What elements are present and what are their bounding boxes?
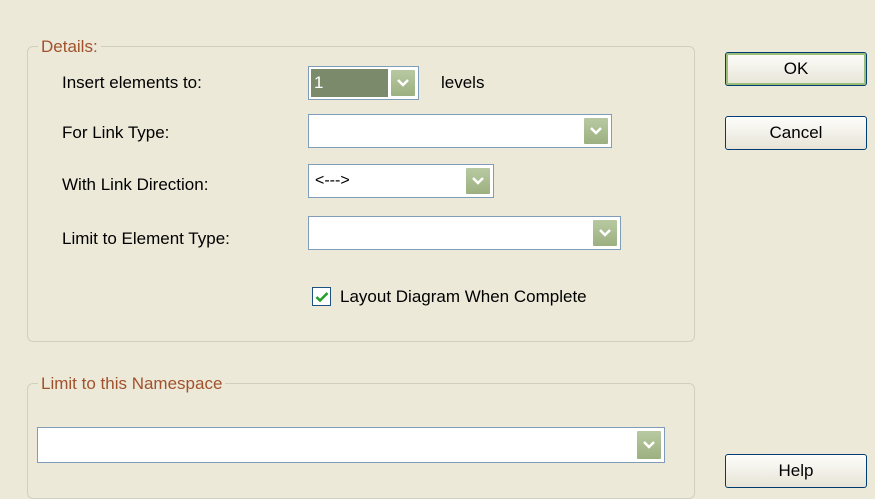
namespace-select[interactable] [37,427,665,463]
insert-elements-label: Insert elements to: [62,73,202,92]
details-legend: Details: [38,37,101,57]
link-direction-label: With Link Direction: [62,175,209,194]
chevron-down-icon[interactable] [390,69,416,97]
cancel-button[interactable]: Cancel [725,116,867,150]
chevron-down-icon[interactable] [465,167,491,195]
link-direction-select[interactable]: <---> [308,164,494,198]
levels-label: levels [441,73,485,92]
insert-levels-select[interactable]: 1 [308,66,419,100]
chevron-down-icon[interactable] [592,219,618,247]
chevron-down-icon[interactable] [636,430,662,460]
insert-levels-value: 1 [311,69,388,97]
namespace-legend: Limit to this Namespace [38,374,226,394]
link-type-select[interactable] [308,114,612,148]
layout-diagram-checkbox[interactable] [312,287,331,306]
ok-button[interactable]: OK [725,52,867,86]
link-direction-value: <---> [315,172,350,189]
link-type-label: For Link Type: [62,123,170,142]
chevron-down-icon[interactable] [583,117,609,145]
checkmark-icon [315,291,328,302]
element-type-label: Limit to Element Type: [62,229,230,248]
element-type-select[interactable] [308,216,621,250]
layout-diagram-label[interactable]: Layout Diagram When Complete [340,287,587,307]
help-button[interactable]: Help [725,454,867,488]
